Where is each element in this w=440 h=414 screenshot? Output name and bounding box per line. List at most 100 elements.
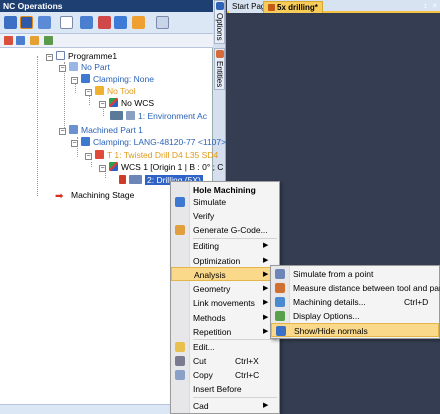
- cut-shortcut: Ctrl+X: [235, 356, 259, 366]
- collapse-icon[interactable]: −: [99, 101, 106, 108]
- menu-item-generate-gcode[interactable]: Generate G-Code...: [171, 223, 279, 237]
- red-arrow-icon: ➡: [55, 191, 64, 202]
- stop-icon: [119, 175, 126, 184]
- measure-icon: [275, 283, 285, 293]
- options-side-tab[interactable]: Options: [214, 0, 225, 44]
- tree-line: [91, 162, 92, 167]
- tree-node-clamping[interactable]: − Clamping: LANG-48120-77 <1107>: [71, 137, 226, 148]
- pin-icon[interactable]: ↕: [423, 1, 427, 10]
- layout-icon[interactable]: [44, 36, 53, 45]
- tree-node-programme[interactable]: − Programme1: [46, 51, 117, 62]
- part-icon: [69, 62, 78, 71]
- copy-shortcut: Ctrl+C: [235, 370, 260, 380]
- move-icon[interactable]: [80, 16, 93, 29]
- tree-node-environment[interactable]: 1: Environment Ac: [110, 111, 207, 122]
- submenu-arrow-icon: ▶: [263, 271, 269, 278]
- tree-node-machined-part-label: Machined Part 1: [81, 125, 143, 135]
- clamping-icon: [81, 137, 90, 146]
- operations-icon[interactable]: [4, 16, 17, 29]
- simulate-point-icon: [275, 269, 285, 279]
- tree-node-tool[interactable]: − T 1: Twisted Drill D4 L35 SD4: [85, 150, 218, 161]
- drill-tool-icon: [95, 150, 104, 159]
- tree-node-programme-label: Programme1: [68, 51, 118, 61]
- menu-item-geometry[interactable]: Geometry ▶: [171, 282, 279, 296]
- copy-icon: [175, 370, 185, 380]
- entities-side-tab[interactable]: Entities: [214, 48, 225, 90]
- context-menu: Hole Machining Simulate Verify Generate …: [170, 181, 280, 414]
- submenu-arrow-icon: ▶: [263, 242, 269, 249]
- tree-node-tool-label: T 1: Twisted Drill D4 L35 SD4: [107, 150, 219, 160]
- environment-sub-icon: [126, 111, 135, 120]
- menu-item-cut[interactable]: Cut Ctrl+X: [171, 354, 279, 368]
- close-icon[interactable]: ×: [432, 1, 437, 10]
- tree-node-wcs[interactable]: − WCS 1 [Origin 1 | B : 0° ; C: [99, 162, 223, 173]
- doc-icon[interactable]: [60, 16, 73, 29]
- grid-icon[interactable]: [156, 16, 169, 29]
- panel-title: NC Operations: [0, 0, 213, 12]
- collapse-icon[interactable]: −: [71, 140, 78, 147]
- wcs-axes-icon: [109, 162, 118, 171]
- collapse-icon[interactable]: −: [59, 65, 66, 72]
- display-options-icon: [275, 311, 285, 321]
- tree-node-no-wcs-label: No WCS: [121, 98, 155, 108]
- menu-item-optimization[interactable]: Optimization ▶: [171, 254, 279, 268]
- menu-item-simulate[interactable]: Simulate: [171, 195, 279, 209]
- menu-item-machining-details[interactable]: Machining details... Ctrl+D: [271, 295, 439, 309]
- wcs-icon[interactable]: [16, 36, 25, 45]
- wcs-axes-icon: [109, 98, 118, 107]
- menu-separator: [193, 397, 277, 398]
- collapse-icon[interactable]: −: [71, 77, 78, 84]
- collapse-icon[interactable]: −: [99, 165, 106, 172]
- menu-item-copy[interactable]: Copy Ctrl+C: [171, 368, 279, 382]
- tree-node-wcs-label: WCS 1 [Origin 1 | B : 0° ; C: [121, 162, 224, 172]
- scissors-icon: [175, 356, 185, 366]
- collapse-icon[interactable]: −: [85, 153, 92, 160]
- menu-item-insert-before[interactable]: Insert Before: [171, 382, 279, 396]
- menu-item-editing[interactable]: Editing ▶: [171, 239, 279, 253]
- export-icon[interactable]: [38, 16, 51, 29]
- menu-item-display-options[interactable]: Display Options...: [271, 309, 439, 323]
- menu-item-methods[interactable]: Methods ▶: [171, 311, 279, 325]
- tree-node-no-part-label: No Part: [81, 62, 110, 72]
- submenu-arrow-icon: ▶: [263, 402, 269, 409]
- tree-node-no-wcs[interactable]: − No WCS: [99, 98, 154, 109]
- analysis-submenu: Simulate from a point Measure distance b…: [270, 265, 440, 339]
- details-icon: [275, 297, 285, 307]
- clamping-icon: [81, 74, 90, 83]
- wizard-icon[interactable]: [132, 16, 145, 29]
- tree-node-no-part[interactable]: − No Part: [59, 62, 110, 73]
- submenu-arrow-icon: ▶: [263, 328, 269, 335]
- collapse-icon[interactable]: −: [46, 54, 53, 61]
- list-icon[interactable]: [30, 36, 39, 45]
- collapse-icon[interactable]: −: [59, 128, 66, 135]
- submenu-arrow-icon: ▶: [263, 257, 269, 264]
- tree-line: [105, 173, 106, 178]
- collapse-icon[interactable]: −: [85, 89, 92, 96]
- menu-item-cad[interactable]: Cad ▶: [171, 399, 279, 413]
- menu-item-simulate-from-point[interactable]: Simulate from a point: [271, 267, 439, 281]
- tree-node-machining-stage[interactable]: ➡ Machining Stage: [55, 190, 135, 202]
- menu-item-measure-distance[interactable]: Measure distance between tool and part: [271, 281, 440, 295]
- add-icon[interactable]: [4, 36, 13, 45]
- tree-node-machined-part[interactable]: − Machined Part 1: [59, 125, 143, 136]
- menu-item-verify[interactable]: Verify: [171, 209, 279, 223]
- menu-item-edit[interactable]: Edit...: [171, 340, 279, 354]
- tool-icon[interactable]: [98, 16, 111, 29]
- tree-node-clamping-none-label: Clamping: None: [93, 74, 154, 84]
- tab-5x-drilling[interactable]: 5x drilling*: [263, 1, 323, 13]
- menu-item-analysis[interactable]: Analysis ▶: [171, 267, 279, 281]
- tree-node-environment-label: 1: Environment Ac: [138, 111, 207, 121]
- menu-item-show-hide-normals[interactable]: Show/Hide normals: [271, 323, 439, 337]
- tree-node-machining-stage-label: Machining Stage: [71, 190, 135, 200]
- details-shortcut: Ctrl+D: [404, 297, 429, 307]
- menu-item-link-movements[interactable]: Link movements ▶: [171, 296, 279, 310]
- submenu-arrow-icon: ▶: [263, 285, 269, 292]
- tree-node-clamping-none[interactable]: − Clamping: None: [71, 74, 154, 85]
- tree-node-no-tool[interactable]: − No Tool: [85, 86, 136, 97]
- main-toolbar: [0, 12, 213, 34]
- menu-item-repetition[interactable]: Repetition ▶: [171, 325, 279, 339]
- settings-icon[interactable]: [20, 16, 33, 29]
- fixture-icon[interactable]: [114, 16, 127, 29]
- programme-icon: [56, 51, 65, 60]
- tool-node-icon: [95, 86, 104, 95]
